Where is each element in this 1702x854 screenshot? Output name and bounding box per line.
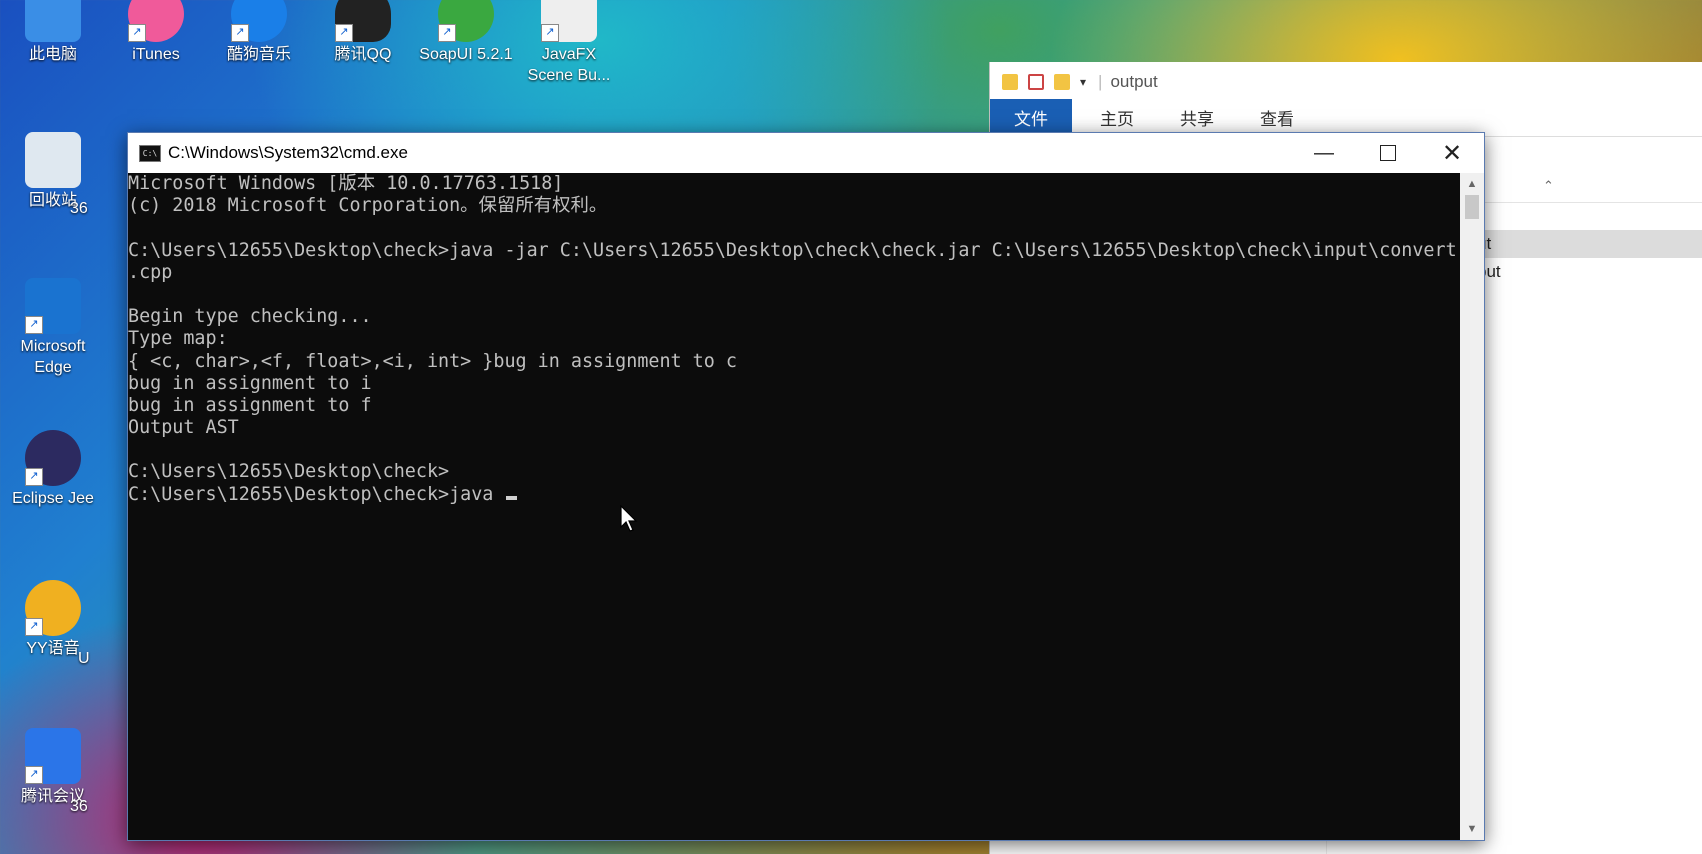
console-line: bug in assignment to f (128, 394, 372, 416)
tab-share[interactable]: 共享 (1162, 99, 1232, 136)
tencent-meeting-icon: ↗ (25, 728, 81, 784)
list-item[interactable]: ut (1477, 230, 1702, 258)
console-line: Type map: (128, 328, 228, 350)
window-controls: — ✕ (1292, 133, 1484, 173)
list-item[interactable]: put (1477, 258, 1702, 286)
shortcut-arrow-icon: ↗ (128, 24, 146, 42)
tab-home[interactable]: 主页 (1082, 99, 1152, 136)
desktop-icon-label: 36 (70, 798, 88, 815)
desktop-icon-soapui[interactable]: ↗ SoapUI 5.2.1 (418, 0, 514, 65)
cmd-window[interactable]: C:\ C:\Windows\System32\cmd.exe — ✕ Micr… (127, 132, 1485, 841)
eclipse-icon: ↗ (25, 430, 81, 486)
minimize-icon: — (1314, 141, 1334, 164)
scroll-thumb[interactable] (1465, 195, 1479, 219)
text-cursor (506, 495, 518, 500)
desktop-icon-javafx-scene-builder[interactable]: ↗ JavaFX Scene Bu... (521, 0, 617, 86)
console-prompt-line[interactable]: C:\Users\12655\Desktop\check>java (128, 484, 1460, 506)
close-button[interactable]: ✕ (1420, 133, 1484, 173)
explorer-titlebar: ▾ | output (990, 62, 1702, 102)
console-line: C:\Users\12655\Desktop\check>java -jar C… (128, 239, 1457, 261)
soapui-icon: ↗ (438, 0, 494, 42)
shortcut-arrow-icon: ↗ (438, 24, 456, 42)
desktop-icon-label: JavaFX Scene Bu... (527, 46, 611, 84)
desktop-icon-label: 腾讯QQ (334, 46, 392, 63)
console-line: .cpp (128, 261, 173, 283)
console-line: Output AST (128, 417, 239, 439)
computer-icon (25, 0, 81, 42)
desktop-icon-qq[interactable]: ↗ 腾讯QQ (315, 0, 411, 65)
desktop-icon-label: SoapUI 5.2.1 (419, 46, 513, 63)
console-current-input: C:\Users\12655\Desktop\check>java (128, 483, 505, 505)
shortcut-arrow-icon: ↗ (231, 24, 249, 42)
title-separator: | (1098, 72, 1103, 91)
mouse-pointer-icon (620, 505, 638, 532)
recycle-bin-icon (25, 132, 81, 188)
desktop-icon-eclipse[interactable]: ↗ Eclipse Jee (5, 430, 101, 509)
desktop-icon-partial[interactable]: 36 (70, 196, 130, 219)
console-line: Begin type checking... (128, 306, 372, 328)
scroll-up-icon[interactable]: ▲ (1460, 173, 1484, 195)
close-icon: ✕ (1441, 139, 1463, 167)
desktop-icon-this-pc[interactable]: 此电脑 (5, 0, 101, 65)
console-line: C:\Users\12655\Desktop\check> (128, 461, 450, 483)
shortcut-arrow-icon: ↗ (335, 24, 353, 42)
tab-file[interactable]: 文件 (990, 99, 1072, 136)
vertical-scrollbar[interactable]: ▲ ▼ (1460, 173, 1484, 840)
shortcut-arrow-icon: ↗ (25, 618, 43, 636)
console-line: (c) 2018 Microsoft Corporation。保留所有权利。 (128, 195, 608, 217)
shortcut-arrow-icon: ↗ (25, 468, 43, 486)
cmd-app-icon: C:\ (139, 144, 161, 162)
minimize-button[interactable]: — (1292, 133, 1356, 173)
properties-icon[interactable] (1028, 74, 1044, 90)
console-output[interactable]: Microsoft Windows [版本 10.0.17763.1518] (… (128, 173, 1460, 840)
desktop-icon-edge[interactable]: ↗ Microsoft Edge (5, 278, 101, 378)
scroll-down-icon[interactable]: ▼ (1460, 818, 1484, 840)
desktop-icon-partial[interactable]: 36 (70, 794, 130, 817)
folder-icon (1002, 74, 1018, 90)
console-line: bug in assignment to i (128, 372, 372, 394)
chevron-down-icon[interactable]: ▾ (1080, 75, 1086, 89)
edge-icon: ↗ (25, 278, 81, 334)
desktop-icon-label: YY语音 (26, 640, 80, 657)
new-folder-icon[interactable] (1054, 74, 1070, 90)
sort-chevron-up-icon[interactable]: ⌃ (1543, 178, 1554, 194)
desktop-icon-label: 酷狗音乐 (226, 46, 291, 63)
desktop-icon-label: 此电脑 (28, 46, 77, 63)
shortcut-arrow-icon: ↗ (25, 766, 43, 784)
shortcut-arrow-icon: ↗ (541, 24, 559, 42)
desktop-icon-label: U (78, 650, 90, 667)
javafx-scene-builder-icon: ↗ (541, 0, 597, 42)
maximize-icon (1380, 145, 1396, 161)
desktop-icon-partial[interactable]: U (78, 646, 128, 669)
desktop-icon-itunes[interactable]: ↗ iTunes (108, 0, 204, 65)
shortcut-arrow-icon: ↗ (25, 316, 43, 334)
console-line: Microsoft Windows [版本 10.0.17763.1518] (128, 173, 564, 194)
explorer-title: output (1110, 72, 1158, 91)
cmd-titlebar[interactable]: C:\ C:\Windows\System32\cmd.exe — ✕ (128, 133, 1484, 173)
itunes-icon: ↗ (128, 0, 184, 42)
kugou-icon: ↗ (231, 0, 287, 42)
cmd-window-title: C:\Windows\System32\cmd.exe (168, 143, 408, 162)
qq-penguin-icon: ↗ (335, 0, 391, 42)
desktop-icon-label: Microsoft Edge (20, 338, 86, 376)
maximize-button[interactable] (1356, 133, 1420, 173)
desktop-icon-kugou[interactable]: ↗ 酷狗音乐 (211, 0, 307, 65)
console-line: { <c, char>,<f, float>,<i, int> }bug in … (128, 350, 737, 372)
desktop-icon-label: 36 (70, 200, 88, 217)
tab-view[interactable]: 查看 (1242, 99, 1312, 136)
desktop-icon-label: Eclipse Jee (12, 490, 94, 507)
desktop-icon-label: iTunes (132, 46, 180, 63)
yy-icon: ↗ (25, 580, 81, 636)
